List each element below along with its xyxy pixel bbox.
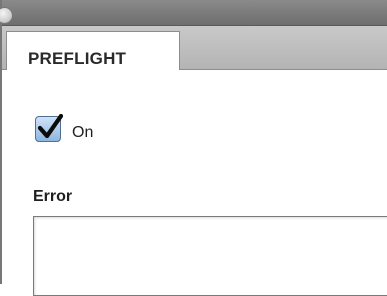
tab-preflight[interactable]: PREFLIGHT — [6, 31, 180, 71]
on-checkbox[interactable] — [35, 114, 63, 142]
panel-content: On Error — [2, 70, 387, 296]
error-field[interactable] — [33, 216, 387, 296]
checkmark-icon — [37, 114, 63, 139]
close-icon[interactable] — [0, 7, 13, 24]
preflight-panel-window: PREFLIGHT On Error — [0, 0, 387, 296]
on-checkbox-label: On — [72, 124, 94, 141]
error-label: Error — [33, 188, 73, 205]
tab-preflight-label: PREFLIGHT — [28, 49, 127, 68]
title-bar[interactable] — [0, 0, 387, 26]
tab-strip: PREFLIGHT — [2, 26, 387, 71]
